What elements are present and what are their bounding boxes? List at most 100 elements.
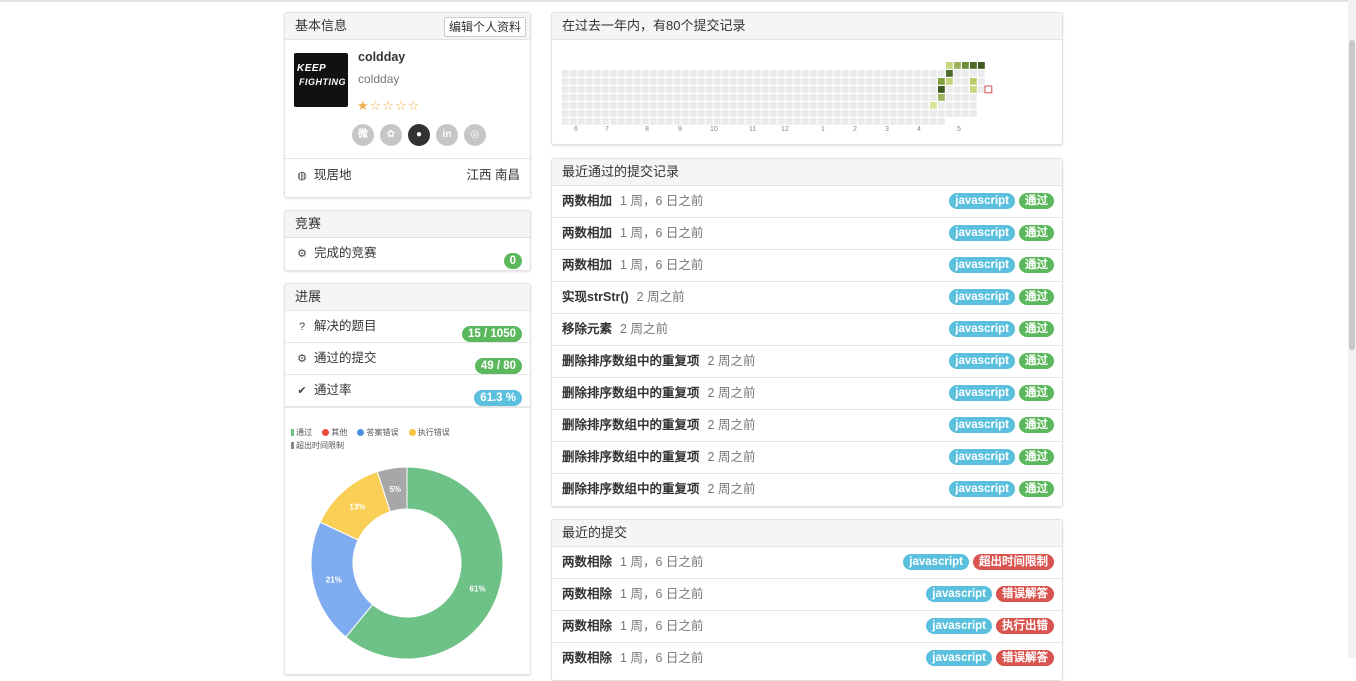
heatmap-cell[interactable] (634, 78, 641, 85)
heatmap-cell[interactable] (578, 70, 585, 77)
heatmap-cell[interactable] (882, 70, 889, 77)
heatmap-cell[interactable] (570, 70, 577, 77)
heatmap-cell[interactable] (586, 70, 593, 77)
heatmap-cell[interactable] (562, 94, 569, 101)
list-item[interactable]: 实现strStr() 2 周之前 javascript 通过 (552, 282, 1062, 314)
problem-name[interactable]: 删除排序数组中的重复项 (562, 450, 700, 464)
heatmap-cell[interactable] (610, 118, 617, 125)
heatmap-cell[interactable] (666, 70, 673, 77)
heatmap-cell[interactable] (642, 94, 649, 101)
heatmap-cell[interactable] (762, 110, 769, 117)
heatmap-cell[interactable] (946, 78, 953, 85)
heatmap-cell[interactable] (658, 102, 665, 109)
heatmap-cell[interactable] (954, 62, 961, 69)
heatmap-cell[interactable] (610, 94, 617, 101)
heatmap-cell[interactable] (810, 102, 817, 109)
heatmap-cell[interactable] (946, 86, 953, 93)
heatmap-cell[interactable] (858, 78, 865, 85)
heatmap-cell[interactable] (858, 102, 865, 109)
heatmap-cell[interactable] (690, 94, 697, 101)
heatmap-cell[interactable] (602, 70, 609, 77)
heatmap-cell[interactable] (562, 70, 569, 77)
legend-item-accepted[interactable]: 通过 (291, 426, 312, 439)
list-item[interactable]: 两数相除 1 周，6 日之前 javascript 执行出错 (552, 611, 1062, 643)
heatmap-cell[interactable] (874, 94, 881, 101)
heatmap-cell[interactable] (738, 94, 745, 101)
problem-name[interactable]: 删除排序数组中的重复项 (562, 354, 700, 368)
legend-item-wrong-answer[interactable]: 答案错误 (357, 426, 398, 439)
heatmap-cell[interactable] (618, 102, 625, 109)
heatmap-cell[interactable] (962, 102, 969, 109)
heatmap-cell[interactable] (946, 94, 953, 101)
heatmap-cell[interactable] (930, 86, 937, 93)
heatmap-cell[interactable] (746, 70, 753, 77)
heatmap-cell[interactable] (890, 70, 897, 77)
heatmap-cell[interactable] (978, 62, 985, 69)
list-item[interactable]: 删除排序数组中的重复项 2 周之前 javascript 通过 (552, 346, 1062, 378)
heatmap-cell[interactable] (754, 86, 761, 93)
heatmap-cell[interactable] (730, 86, 737, 93)
heatmap-cell[interactable] (594, 86, 601, 93)
heatmap-cell[interactable] (922, 110, 929, 117)
heatmap-cell[interactable] (586, 78, 593, 85)
heatmap-cell[interactable] (890, 86, 897, 93)
heatmap-cell[interactable] (658, 70, 665, 77)
heatmap-cell[interactable] (914, 70, 921, 77)
problem-name[interactable]: 两数相加 (562, 258, 612, 272)
heatmap-cell[interactable] (794, 94, 801, 101)
wechat-icon[interactable]: ◎ (464, 124, 486, 146)
heatmap-cell[interactable] (682, 78, 689, 85)
heatmap-cell[interactable] (674, 102, 681, 109)
problem-name[interactable]: 两数相除 (562, 651, 612, 665)
heatmap-cell[interactable] (642, 118, 649, 125)
list-item[interactable]: 两数相加 1 周，6 日之前 javascript 通过 (552, 250, 1062, 282)
heatmap-cell[interactable] (714, 102, 721, 109)
problem-name[interactable]: 两数相除 (562, 619, 612, 633)
heatmap-cell[interactable] (938, 118, 945, 125)
heatmap-cell[interactable] (618, 70, 625, 77)
heatmap-cell[interactable] (602, 94, 609, 101)
heatmap-cell[interactable] (778, 102, 785, 109)
heatmap-cell[interactable] (874, 118, 881, 125)
heatmap-cell[interactable] (570, 110, 577, 117)
heatmap-cell[interactable] (946, 110, 953, 117)
heatmap-cell[interactable] (874, 110, 881, 117)
heatmap-cell[interactable] (826, 86, 833, 93)
heatmap-cell[interactable] (674, 86, 681, 93)
heatmap-cell[interactable] (690, 86, 697, 93)
list-item[interactable]: 删除排序数组中的重复项 2 周之前 javascript 通过 (552, 442, 1062, 474)
heatmap-cell[interactable] (818, 78, 825, 85)
heatmap-cell[interactable] (930, 94, 937, 101)
heatmap-cell[interactable] (746, 78, 753, 85)
heatmap-cell[interactable] (890, 78, 897, 85)
heatmap-cell[interactable] (914, 102, 921, 109)
heatmap-cell[interactable] (882, 110, 889, 117)
heatmap-cell[interactable] (866, 94, 873, 101)
heatmap-cell[interactable] (722, 86, 729, 93)
heatmap-cell[interactable] (754, 102, 761, 109)
list-item[interactable]: 删除排序数组中的重复项 2 周之前 javascript 通过 (552, 474, 1062, 505)
heatmap-cell[interactable] (938, 70, 945, 77)
heatmap-cell[interactable] (642, 86, 649, 93)
list-item[interactable]: 删除排序数组中的重复项 2 周之前 javascript 通过 (552, 410, 1062, 442)
heatmap-cell[interactable] (578, 110, 585, 117)
heatmap-cell[interactable] (738, 118, 745, 125)
heatmap-cell[interactable] (834, 94, 841, 101)
heatmap-cell[interactable] (666, 102, 673, 109)
heatmap-cell[interactable] (930, 102, 937, 109)
problem-name[interactable]: 两数相加 (562, 226, 612, 240)
heatmap-cell[interactable] (642, 110, 649, 117)
heatmap-cell[interactable] (706, 102, 713, 109)
heatmap-cell[interactable] (922, 94, 929, 101)
heatmap-cell[interactable] (954, 86, 961, 93)
heatmap-cell[interactable] (674, 78, 681, 85)
heatmap-cell[interactable] (706, 94, 713, 101)
heatmap-cell[interactable] (786, 94, 793, 101)
heatmap-cell[interactable] (562, 102, 569, 109)
heatmap-cell[interactable] (818, 110, 825, 117)
heatmap-cell[interactable] (642, 70, 649, 77)
heatmap-cell[interactable] (626, 94, 633, 101)
heatmap-cell[interactable] (778, 78, 785, 85)
heatmap-cell[interactable] (738, 70, 745, 77)
heatmap-cell[interactable] (642, 102, 649, 109)
